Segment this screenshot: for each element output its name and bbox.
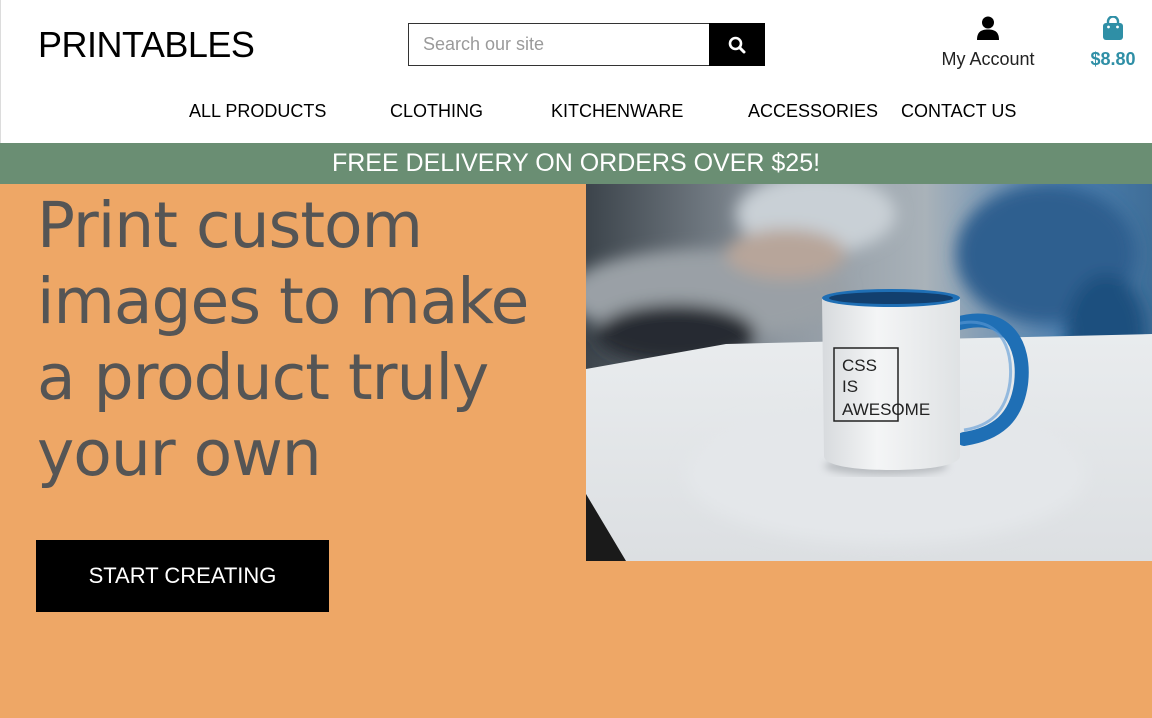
mug-text-line-3: AWESOME: [842, 400, 930, 419]
mug-text-line-1: CSS: [842, 356, 877, 375]
search-input[interactable]: [408, 23, 709, 66]
my-account-link[interactable]: My Account: [933, 16, 1043, 70]
shopping-bag-icon: [1103, 15, 1123, 40]
cart-link[interactable]: $8.80: [1083, 15, 1143, 70]
main-nav: ALL PRODUCTS CLOTHING KITCHENWARE ACCESS…: [1, 101, 1152, 125]
mug-photo-illustration: CSS IS AWESOME: [586, 184, 1152, 561]
mug-text-line-2: IS: [842, 377, 858, 396]
nav-item-all-products[interactable]: ALL PRODUCTS: [189, 101, 326, 122]
hero-title: Print custom images to make a product tr…: [37, 189, 529, 490]
my-account-label: My Account: [941, 49, 1035, 69]
cart-total: $8.80: [1090, 49, 1136, 69]
nav-item-clothing[interactable]: CLOTHING: [390, 101, 483, 122]
user-icon: [977, 16, 999, 40]
site-header: PRINTABLES My Account $8.80 ALL PRODUCTS…: [0, 0, 1152, 143]
nav-item-kitchenware[interactable]: KITCHENWARE: [551, 101, 683, 122]
hero-mug-photo: CSS IS AWESOME: [586, 184, 1152, 561]
site-logo[interactable]: PRINTABLES: [38, 24, 255, 66]
nav-item-contact-us[interactable]: CONTACT US: [901, 101, 1016, 122]
search-icon: [728, 36, 746, 53]
nav-item-accessories[interactable]: ACCESSORIES: [748, 101, 878, 122]
search-button[interactable]: [709, 23, 765, 66]
hero-section: Print custom images to make a product tr…: [0, 184, 1152, 718]
search-form: [408, 23, 765, 66]
start-creating-button[interactable]: START CREATING: [36, 540, 329, 612]
delivery-banner: FREE DELIVERY ON ORDERS OVER $25!: [0, 143, 1152, 184]
